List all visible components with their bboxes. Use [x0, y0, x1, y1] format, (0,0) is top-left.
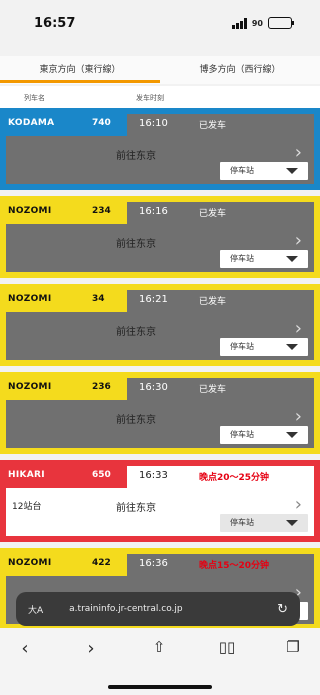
dropdown-triangle-icon [286, 168, 298, 174]
stop-stations-dropdown[interactable]: 停车站 [220, 162, 308, 180]
chevron-right-icon[interactable]: › [295, 494, 302, 515]
stop-stations-dropdown[interactable]: 停车站 [220, 250, 308, 268]
train-card[interactable]: NOZOMI 234 16:16 已发车前往东京 › 停车站 [0, 196, 320, 278]
dropdown-triangle-icon [286, 344, 298, 350]
train-number: 650 [92, 470, 111, 480]
train-card[interactable]: HIKARI 650 16:33 晚点20～25分钟 12站台 前往东京 › 停车站 [0, 460, 320, 542]
home-indicator [108, 685, 212, 689]
signal-icon [231, 17, 247, 29]
train-status: 已发车 [199, 121, 227, 131]
train-number: 234 [92, 206, 111, 216]
train-status: 已发车 [199, 297, 227, 307]
stop-stations-dropdown[interactable]: 停车站 [220, 514, 308, 532]
train-status: 已发车 [199, 385, 227, 395]
tab-westbound[interactable]: 博多方向（西行線） [160, 56, 320, 84]
platform-label: 12站台 [12, 502, 42, 512]
address-bar[interactable]: 大A a.traininfo.jr-central.co.jp ↻ [16, 592, 300, 626]
dropdown-triangle-icon [286, 520, 298, 526]
share-icon[interactable]: ⇧ [144, 638, 174, 656]
chevron-left-icon[interactable]: ‹ [10, 638, 40, 659]
train-name: NOZOMI [8, 206, 52, 216]
chevron-right-icon[interactable]: › [295, 230, 302, 251]
chevron-right-icon[interactable]: › [295, 406, 302, 427]
train-status: 已发车 [199, 209, 227, 219]
battery-icon [268, 17, 294, 29]
train-card-inner: HIKARI 650 16:33 晚点20～25分钟 12站台 前往东京 › 停车站 [6, 466, 314, 536]
train-card-inner: NOZOMI 236 16:30 已发车前往东京 › 停车站 [6, 378, 314, 448]
tabs-icon[interactable]: ❐ [278, 638, 308, 656]
url-text[interactable]: a.traininfo.jr-central.co.jp [69, 604, 277, 614]
train-name: NOZOMI [8, 558, 52, 568]
chevron-right-icon[interactable]: › [76, 638, 106, 659]
destination: 前往东京 [116, 415, 156, 426]
departure-time: 16:36 [139, 558, 168, 569]
departure-time: 16:30 [139, 382, 168, 393]
reader-aa-button[interactable]: 大A [28, 603, 43, 616]
train-name: KODAMA [8, 118, 55, 128]
train-card-inner: KODAMA 740 16:10 已发车前往东京 › 停车站 [6, 114, 314, 184]
status-bar: 16:57 90 [0, 0, 320, 46]
chevron-right-icon[interactable]: › [295, 318, 302, 339]
train-card[interactable]: NOZOMI 236 16:30 已发车前往东京 › 停车站 [0, 372, 320, 454]
train-number: 422 [92, 558, 111, 568]
status-icons: 90 [231, 17, 294, 29]
train-card[interactable]: KODAMA 740 16:10 已发车前往东京 › 停车站 [0, 108, 320, 190]
stop-stations-dropdown[interactable]: 停车站 [220, 338, 308, 356]
destination: 前往东京 [116, 327, 156, 338]
col-train-name: 列车名 [24, 94, 45, 102]
train-status: 晚点15～20分钟 [199, 561, 270, 571]
train-number: 34 [92, 294, 105, 304]
dropdown-triangle-icon [286, 432, 298, 438]
reload-icon[interactable]: ↻ [277, 602, 288, 617]
dropdown-triangle-icon [286, 256, 298, 262]
destination: 前往东京 [116, 151, 156, 162]
chevron-right-icon[interactable]: › [295, 142, 302, 163]
departure-time: 16:33 [139, 470, 168, 481]
train-number: 236 [92, 382, 111, 392]
departure-time: 16:10 [139, 118, 168, 129]
active-tab-indicator [0, 80, 160, 83]
train-card[interactable]: NOZOMI 34 16:21 已发车前往东京 › 停车站 [0, 284, 320, 366]
train-number: 740 [92, 118, 111, 128]
train-name: NOZOMI [8, 294, 52, 304]
destination: 前往东京 [116, 503, 156, 514]
book-icon[interactable]: ▯▯ [212, 638, 242, 656]
status-time: 16:57 [34, 15, 76, 31]
departure-time: 16:21 [139, 294, 168, 305]
column-header: 列车名 发车时刻 [0, 86, 320, 108]
col-departure-time: 发车时刻 [136, 94, 164, 102]
train-name: HIKARI [8, 470, 45, 480]
train-list: KODAMA 740 16:10 已发车 前往东京 › 停车站 NOZOMI 234 16:16 已… [0, 108, 320, 636]
stop-stations-dropdown[interactable]: 停车站 [220, 426, 308, 444]
battery-level: 90 [251, 18, 263, 28]
destination: 前往东京 [116, 239, 156, 250]
train-name: NOZOMI [8, 382, 52, 392]
train-card-inner: NOZOMI 234 16:16 已发车前往东京 › 停车站 [6, 202, 314, 272]
departure-time: 16:16 [139, 206, 168, 217]
train-card-inner: NOZOMI 34 16:21 已发车前往东京 › 停车站 [6, 290, 314, 360]
train-status: 晚点20～25分钟 [199, 473, 270, 483]
